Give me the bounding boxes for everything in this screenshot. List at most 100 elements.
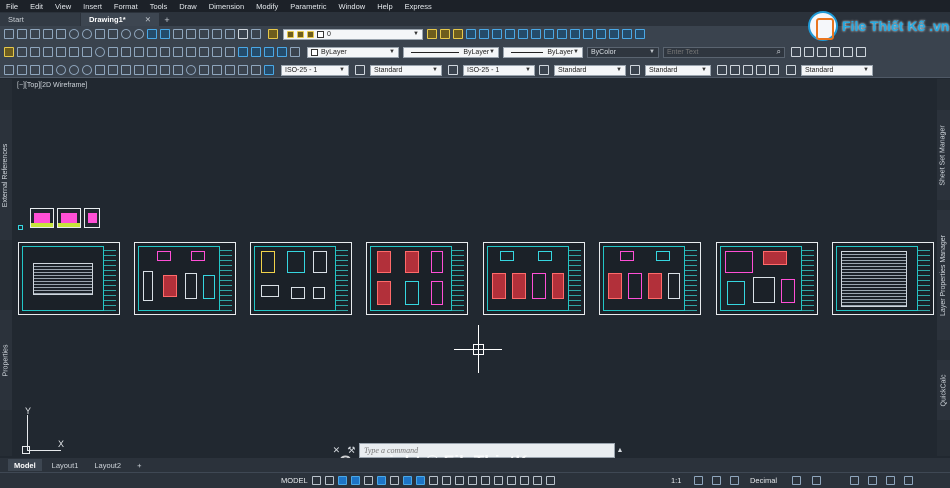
make-current-icon[interactable] <box>427 29 437 39</box>
add-layout-button[interactable]: + <box>131 459 147 471</box>
linear-dim-icon[interactable] <box>4 65 14 75</box>
dimstyle2-combo[interactable]: ISO-25 - 1 ▼ <box>463 64 535 76</box>
pencil-icon[interactable] <box>4 47 14 57</box>
mleader-align-icon[interactable] <box>756 65 766 75</box>
drawing-sheet-8[interactable] <box>832 242 934 315</box>
isolate-objects-icon[interactable] <box>730 476 739 485</box>
break-icon[interactable] <box>160 47 170 57</box>
selection-cycling-icon[interactable] <box>455 476 464 485</box>
search-combo[interactable]: ⌕ <box>663 46 785 58</box>
drawing-sheet-6[interactable] <box>599 242 701 315</box>
text-edit-icon[interactable] <box>817 47 827 57</box>
dim-break-icon[interactable] <box>160 65 170 75</box>
spell-check-icon[interactable] <box>843 47 853 57</box>
menu-express[interactable]: Express <box>405 2 432 11</box>
dim-update-icon[interactable] <box>251 65 261 75</box>
dim-space-icon[interactable] <box>147 65 157 75</box>
join-icon[interactable] <box>173 47 183 57</box>
quick-properties-icon[interactable] <box>792 476 801 485</box>
make-block-icon[interactable] <box>160 29 170 39</box>
freeze-icon[interactable] <box>492 29 502 39</box>
lock-ui-icon[interactable] <box>812 476 821 485</box>
tablestyle-combo[interactable]: Standard ▼ <box>554 64 626 76</box>
text-justify-icon[interactable] <box>856 47 866 57</box>
add-selected-icon[interactable] <box>251 29 261 39</box>
polygon-icon[interactable] <box>43 29 53 39</box>
delete-layer-icon[interactable] <box>609 29 619 39</box>
drawing-sheet-4[interactable] <box>366 242 468 315</box>
menu-help[interactable]: Help <box>377 2 392 11</box>
gradient-icon[interactable] <box>199 29 209 39</box>
continue-dim-icon[interactable] <box>134 65 144 75</box>
construction-line-icon[interactable] <box>17 29 27 39</box>
properties-icon[interactable] <box>238 47 248 57</box>
mleaderstyle-combo[interactable]: Standard ▼ <box>645 64 711 76</box>
gear-icon[interactable] <box>290 47 300 57</box>
dynamic-input-icon[interactable] <box>351 476 360 485</box>
properties-palette[interactable]: Properties <box>0 310 12 410</box>
visual-style-icon[interactable] <box>786 65 796 75</box>
change-layer-icon[interactable] <box>557 29 567 39</box>
layer-previous-icon[interactable] <box>440 29 450 39</box>
viewport-icon[interactable] <box>635 29 645 39</box>
inspection-icon[interactable] <box>199 65 209 75</box>
move-icon[interactable] <box>82 47 92 57</box>
viewport-controls[interactable]: [−][Top][2D Wireframe] <box>17 82 87 89</box>
linetype-combo[interactable]: ByLayer ▼ <box>403 46 499 58</box>
units-value[interactable]: Decimal <box>750 476 777 485</box>
transparency-icon[interactable] <box>442 476 451 485</box>
copy-layer-icon[interactable] <box>570 29 580 39</box>
ordinate-dim-icon[interactable] <box>43 65 53 75</box>
3d-osnap-icon[interactable] <box>468 476 477 485</box>
quickcalc-palette[interactable]: QuickCalc <box>937 360 950 420</box>
extend-icon[interactable] <box>147 47 157 57</box>
trim-icon[interactable] <box>134 47 144 57</box>
radius-dim-icon[interactable] <box>56 65 66 75</box>
customization-icon[interactable] <box>904 476 913 485</box>
menu-format[interactable]: Format <box>114 2 138 11</box>
merge-layer-icon[interactable] <box>596 29 606 39</box>
object-snap-icon[interactable] <box>416 476 425 485</box>
ortho-icon[interactable] <box>364 476 373 485</box>
menu-insert[interactable]: Insert <box>83 2 102 11</box>
ellipse-arc-icon[interactable] <box>134 29 144 39</box>
drawing-sheet-1[interactable] <box>18 242 120 315</box>
snap-icon[interactable] <box>325 476 334 485</box>
arc-icon[interactable] <box>69 29 79 39</box>
dim-style-2-icon[interactable] <box>448 65 458 75</box>
mleader-style-icon[interactable] <box>630 65 640 75</box>
circle-icon[interactable] <box>82 29 92 39</box>
plus-icon[interactable] <box>712 476 721 485</box>
gear-icon[interactable] <box>694 476 703 485</box>
jogged-dim-icon[interactable] <box>69 65 79 75</box>
ellipse-icon[interactable] <box>121 29 131 39</box>
mleader-collect-icon[interactable] <box>769 65 779 75</box>
tab-layout1[interactable]: Layout1 <box>46 459 85 471</box>
angular-dim-icon[interactable] <box>95 65 105 75</box>
block-editor-icon[interactable] <box>264 47 274 57</box>
polyline-icon[interactable] <box>30 29 40 39</box>
rotate-icon[interactable] <box>95 47 105 57</box>
layer-properties-icon[interactable] <box>268 29 278 39</box>
xref-icon[interactable] <box>277 47 287 57</box>
rectangle-icon[interactable] <box>56 29 66 39</box>
menu-file[interactable]: File <box>6 2 18 11</box>
tolerance-icon[interactable] <box>173 65 183 75</box>
offset-icon[interactable] <box>56 47 66 57</box>
visualstyle-combo[interactable]: Standard ▼ <box>801 64 873 76</box>
selection-filter-icon[interactable] <box>494 476 503 485</box>
center-mark-icon[interactable] <box>186 65 196 75</box>
model-space-button[interactable]: MODEL <box>281 476 308 485</box>
match-layer-icon[interactable] <box>544 29 554 39</box>
annotation-visibility-icon[interactable] <box>520 476 529 485</box>
arc-length-icon[interactable] <box>30 65 40 75</box>
insert-block-icon[interactable] <box>147 29 157 39</box>
search-icon[interactable]: ⌕ <box>777 47 781 57</box>
isolate-icon[interactable] <box>850 476 859 485</box>
drawing-sheet-2[interactable] <box>134 242 236 315</box>
menu-modify[interactable]: Modify <box>256 2 278 11</box>
mleader-icon[interactable] <box>717 65 727 75</box>
erase-icon[interactable] <box>17 47 27 57</box>
dim-edit-icon[interactable] <box>225 65 235 75</box>
grid-icon[interactable] <box>312 476 321 485</box>
